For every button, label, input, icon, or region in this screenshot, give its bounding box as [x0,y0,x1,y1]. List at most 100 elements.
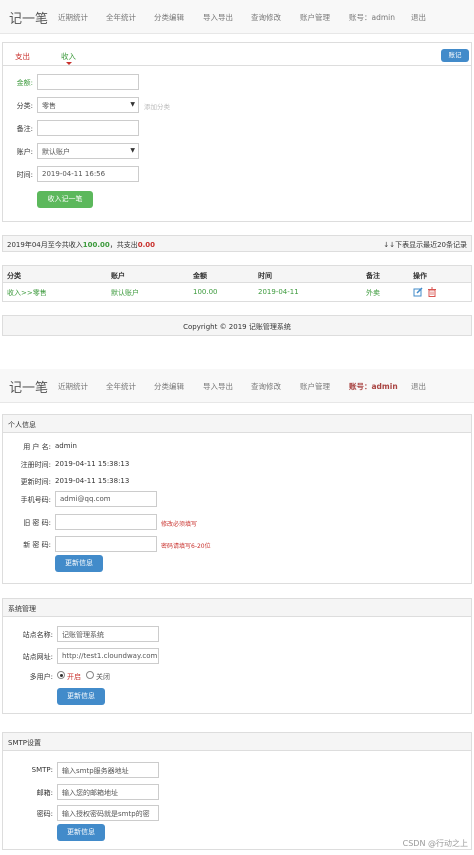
category-select[interactable]: 零售 ▼ [37,97,139,113]
nav-account-label[interactable]: 账号：admin [349,381,398,392]
brand-logo[interactable]: 记一笔 [9,8,48,27]
trash-icon[interactable] [427,287,437,297]
chevron-down-icon: ▼ [130,101,135,108]
copyright-text: Copyright © 2019 记账管理系统 [183,323,291,331]
nav-item-category-edit[interactable]: 分类编辑 [154,12,184,23]
update-system-button[interactable]: 更新信息 [57,688,105,705]
table-header: 分类 账户 金额 时间 备注 操作 [2,265,472,283]
summary-text: 2019年04月至今共收入100.00，共支出0.00 [7,240,155,250]
nav-logout[interactable]: 退出 [411,381,426,392]
smtp-password-input[interactable]: 输入授权密码就是smtp的密 [57,805,159,821]
nav-item-year-stats[interactable]: 全年统计 [106,12,136,23]
nav-item-import-export[interactable]: 导入导出 [203,381,233,392]
site-url-label: 站点网址: [22,653,53,661]
new-password-hint: 密码请填写6-20位 [161,543,211,550]
summary-prefix: 2019年04月至今共收入 [7,241,83,249]
entry-panel: 支出 收入 账记 金额: 分类: 零售 ▼ 添加分类 备注: 账户: 默认账户 … [2,42,472,222]
th-time: 时间 [258,272,272,280]
nav-item-recent-stats[interactable]: 近期统计 [58,12,88,23]
amount-label: 金额: [16,79,33,87]
site-url-input[interactable]: http://test1.cloundway.com [57,648,159,664]
system-title: 系统管理 [8,605,36,613]
multi-user-off-label[interactable]: 关闭 [96,672,110,682]
time-input[interactable]: 2019-04-11 16:56 [37,166,139,182]
top-navbar-2: 记一笔 近期统计 全年统计 分类编辑 导入导出 查询修改 账户管理 账号：adm… [0,369,474,403]
amount-input[interactable] [37,74,139,90]
row-category: 收入>>零售 [7,289,47,297]
account-select[interactable]: 默认账户 ▼ [37,143,139,159]
nav-item-account-mgmt[interactable]: 账户管理 [300,381,330,392]
multi-user-off-radio[interactable] [86,671,94,679]
system-header: 系统管理 [3,599,471,617]
add-category-link[interactable]: 添加分类 [144,101,170,111]
nav-item-recent-stats[interactable]: 近期统计 [58,381,88,392]
summary-mid: ，共支出 [109,241,138,249]
smtp-password-label: 密码: [36,810,53,818]
summary-expense: 0.00 [137,241,156,249]
personal-info-header: 个人信息 [3,415,471,433]
nav-item-account-mgmt[interactable]: 账户管理 [300,12,330,23]
register-time-value: 2019-04-11 15:38:13 [55,460,130,468]
nav-item-year-stats[interactable]: 全年统计 [106,381,136,392]
phone-label: 手机号码: [20,496,51,504]
username-label: 用 户 名: [23,443,51,451]
time-label: 时间: [16,171,33,179]
smtp-server-label: SMTP: [31,766,53,774]
smtp-mail-label: 邮箱: [36,789,53,797]
new-password-label: 新 密 码: [23,541,51,549]
chevron-down-icon: ▼ [130,147,135,154]
tab-income[interactable]: 收入 [61,51,76,62]
th-note: 备注 [366,272,380,280]
personal-info-panel: 个人信息 用 户 名: admin 注册时间: 2019-04-11 15:38… [2,414,472,584]
submit-income-button[interactable]: 收入记一笔 [37,191,93,208]
update-time-label: 更新时间: [20,478,51,486]
watermark-text: CSDN @行动之上 [402,839,468,848]
username-value: admin [55,442,77,450]
nav-account-label[interactable]: 账号：admin [349,12,395,23]
row-time: 2019-04-11 [258,288,299,296]
old-password-input[interactable] [55,514,157,530]
row-amount: 100.00 [193,288,218,296]
tab-expense[interactable]: 支出 [15,51,30,62]
new-password-input[interactable] [55,536,157,552]
row-account: 默认账户 [111,289,139,297]
system-panel: 系统管理 站点名称: 记账管理系统 站点网址: http://test1.clo… [2,598,472,714]
th-account: 账户 [111,272,125,280]
tab-divider [3,65,471,66]
category-select-value: 零售 [42,102,56,110]
update-personal-button[interactable]: 更新信息 [55,555,103,572]
personal-info-title: 个人信息 [8,421,36,429]
nav-item-import-export[interactable]: 导入导出 [203,12,233,23]
top-navbar: 记一笔 近期统计 全年统计 分类编辑 导入导出 查询修改 账户管理 账号：adm… [0,0,474,34]
old-password-label: 旧 密 码: [23,519,51,527]
old-password-hint: 修改必须填写 [161,521,198,528]
multi-user-on-radio[interactable] [57,671,65,679]
nav-item-query-edit[interactable]: 查询修改 [251,381,281,392]
summary-income: 100.00 [82,241,110,249]
footer-bar: Copyright © 2019 记账管理系统 [2,315,472,336]
brand-logo[interactable]: 记一笔 [9,377,48,396]
table-row: 收入>>零售 默认账户 100.00 2019-04-11 外卖 [2,283,472,302]
note-input[interactable] [37,120,139,136]
smtp-title: SMTP设置 [8,739,41,747]
row-note: 外卖 [366,289,380,297]
nav-logout[interactable]: 退出 [411,12,426,23]
register-time-label: 注册时间: [20,461,51,469]
record-button[interactable]: 账记 [441,49,469,62]
smtp-mail-input[interactable]: 输入您的邮箱地址 [57,784,159,800]
update-smtp-button[interactable]: 更新信息 [57,824,105,841]
nav-item-category-edit[interactable]: 分类编辑 [154,381,184,392]
smtp-server-input[interactable]: 输入smtp服务器地址 [57,762,159,778]
th-action: 操作 [413,272,427,280]
account-label: 账户: [16,148,33,156]
multi-user-on-label[interactable]: 开启 [67,672,81,682]
nav-item-query-edit[interactable]: 查询修改 [251,12,281,23]
th-amount: 金额 [193,272,207,280]
edit-icon[interactable] [413,287,423,297]
account-select-value: 默认账户 [42,148,70,156]
note-label: 备注: [16,125,33,133]
phone-input[interactable]: admi@qq.com [55,491,157,507]
site-name-input[interactable]: 记账管理系统 [57,626,159,642]
site-name-label: 站点名称: [22,631,53,639]
radio-dot-icon [59,673,63,677]
